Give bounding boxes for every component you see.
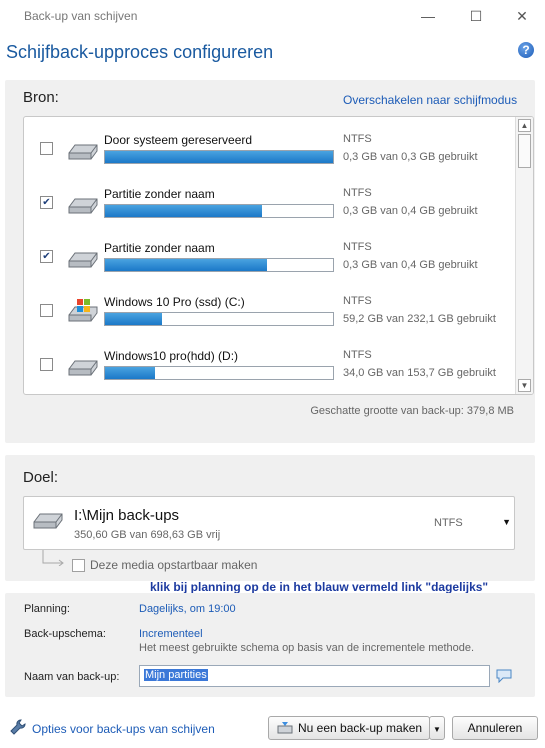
partition-checkbox[interactable] bbox=[40, 142, 53, 155]
scroll-thumb[interactable] bbox=[518, 134, 531, 168]
partition-row[interactable]: ✔ Partitie zonder naam NTFS 0,3 GB van 0… bbox=[24, 181, 514, 235]
filesystem-label: NTFS bbox=[343, 241, 372, 253]
planning-label: Planning: bbox=[24, 603, 70, 615]
partition-checkbox[interactable] bbox=[40, 358, 53, 371]
usage-bar-fill bbox=[105, 313, 162, 325]
switch-to-disk-mode-link[interactable]: Overschakelen naar schijfmodus bbox=[343, 93, 517, 107]
backup-now-button[interactable]: Nu een back-up maken bbox=[268, 716, 430, 740]
usage-text: 0,3 GB van 0,4 GB gebruikt bbox=[343, 205, 478, 217]
backup-drive-icon bbox=[277, 722, 293, 734]
filesystem-label: NTFS bbox=[343, 187, 372, 199]
scroll-up-icon[interactable]: ▲ bbox=[518, 119, 531, 132]
bootable-media-checkbox[interactable] bbox=[72, 559, 85, 572]
usage-bar bbox=[104, 204, 334, 218]
usage-text: 59,2 GB van 232,1 GB gebruikt bbox=[343, 313, 496, 325]
help-icon[interactable]: ? bbox=[518, 42, 534, 58]
usage-bar bbox=[104, 312, 334, 326]
partition-checkbox[interactable]: ✔ bbox=[40, 250, 53, 263]
partition-checkbox[interactable] bbox=[40, 304, 53, 317]
backup-name-input[interactable]: Mijn partities bbox=[139, 665, 490, 687]
windows-system-disk-icon bbox=[68, 299, 98, 322]
partition-row[interactable]: Windows10 pro(hdd) (D:) NTFS 34,0 GB van… bbox=[24, 343, 514, 394]
usage-bar-fill bbox=[105, 367, 156, 379]
scheme-description: Het meest gebruikte schema op basis van … bbox=[139, 642, 475, 654]
cancel-button[interactable]: Annuleren bbox=[452, 716, 538, 740]
backup-options-link[interactable]: Opties voor back-ups van schijven bbox=[32, 722, 215, 736]
usage-bar-fill bbox=[105, 151, 333, 163]
backup-name-label: Naam van back-up: bbox=[24, 671, 120, 683]
partition-name: Windows 10 Pro (ssd) (C:) bbox=[104, 295, 245, 309]
destination-name: I:\Mijn back-ups bbox=[74, 507, 180, 524]
usage-text: 0,3 GB van 0,4 GB gebruikt bbox=[343, 259, 478, 271]
instruction-annotation: klik bij planning op de in het blauw ver… bbox=[150, 580, 489, 594]
usage-bar bbox=[104, 150, 334, 164]
minimize-button[interactable]: — bbox=[413, 6, 443, 26]
usage-text: 34,0 GB van 153,7 GB gebruikt bbox=[343, 367, 496, 379]
close-button[interactable]: ✕ bbox=[507, 6, 537, 26]
hard-disk-icon bbox=[68, 198, 98, 214]
dropdown-arrow-icon[interactable]: ▼ bbox=[502, 517, 511, 527]
window-title: Back-up van schijven bbox=[24, 9, 138, 23]
backup-now-dropdown-button[interactable]: ▼ bbox=[429, 716, 445, 740]
partition-row[interactable]: ✔ Partitie zonder naam NTFS 0,3 GB van 0… bbox=[24, 235, 514, 289]
partition-name: Windows10 pro(hdd) (D:) bbox=[104, 349, 239, 363]
destination-free-space: 350,60 GB van 698,63 GB vrij bbox=[74, 529, 221, 541]
filesystem-label: NTFS bbox=[343, 349, 372, 361]
list-scrollbar[interactable]: ▲ ▼ bbox=[515, 117, 533, 394]
filesystem-label: NTFS bbox=[343, 295, 372, 307]
chevron-down-icon: ▼ bbox=[433, 725, 441, 734]
destination-label: Doel: bbox=[23, 469, 59, 486]
usage-bar bbox=[104, 366, 334, 380]
partition-name: Partitie zonder naam bbox=[104, 187, 215, 201]
source-label: Bron: bbox=[23, 89, 59, 106]
partition-name: Door systeem gereserveerd bbox=[104, 133, 253, 147]
scheme-label: Back-upschema: bbox=[24, 628, 106, 640]
partition-row[interactable]: Windows 10 Pro (ssd) (C:) NTFS 59,2 GB v… bbox=[24, 289, 514, 343]
bootable-media-label: Deze media opstartbaar maken bbox=[90, 558, 258, 572]
comment-icon[interactable] bbox=[496, 669, 512, 683]
partition-row[interactable]: Door systeem gereserveerd NTFS 0,3 GB va… bbox=[24, 127, 514, 181]
usage-text: 0,3 GB van 0,3 GB gebruikt bbox=[343, 151, 478, 163]
backup-now-label: Nu een back-up maken bbox=[298, 721, 423, 735]
filesystem-label: NTFS bbox=[343, 133, 372, 145]
estimated-size: Geschatte grootte van back-up: 379,8 MB bbox=[310, 405, 514, 417]
hard-disk-icon bbox=[68, 252, 98, 268]
tree-connector-icon bbox=[42, 550, 64, 566]
title-bar: Back-up van schijven — ☐ ✕ bbox=[0, 0, 545, 32]
destination-filesystem: NTFS bbox=[434, 517, 463, 529]
usage-bar-fill bbox=[105, 259, 267, 271]
destination-selector[interactable]: I:\Mijn back-ups 350,60 GB van 698,63 GB… bbox=[23, 496, 515, 550]
page-title: Schijfback-upproces configureren bbox=[6, 42, 274, 62]
backup-name-value: Mijn partities bbox=[144, 669, 208, 681]
usage-bar-fill bbox=[105, 205, 263, 217]
maximize-button[interactable]: ☐ bbox=[461, 6, 491, 26]
usage-bar bbox=[104, 258, 334, 272]
hard-disk-icon bbox=[68, 144, 98, 160]
hard-disk-icon bbox=[68, 360, 98, 376]
planning-link[interactable]: Dagelijks, om 19:00 bbox=[139, 603, 236, 615]
hard-disk-icon bbox=[33, 513, 63, 529]
wrench-icon bbox=[10, 719, 26, 735]
partition-list: Door systeem gereserveerd NTFS 0,3 GB va… bbox=[23, 116, 534, 395]
partition-name: Partitie zonder naam bbox=[104, 241, 215, 255]
partition-checkbox[interactable]: ✔ bbox=[40, 196, 53, 209]
scroll-down-icon[interactable]: ▼ bbox=[518, 379, 531, 392]
scheme-link[interactable]: Incrementeel bbox=[139, 628, 203, 640]
